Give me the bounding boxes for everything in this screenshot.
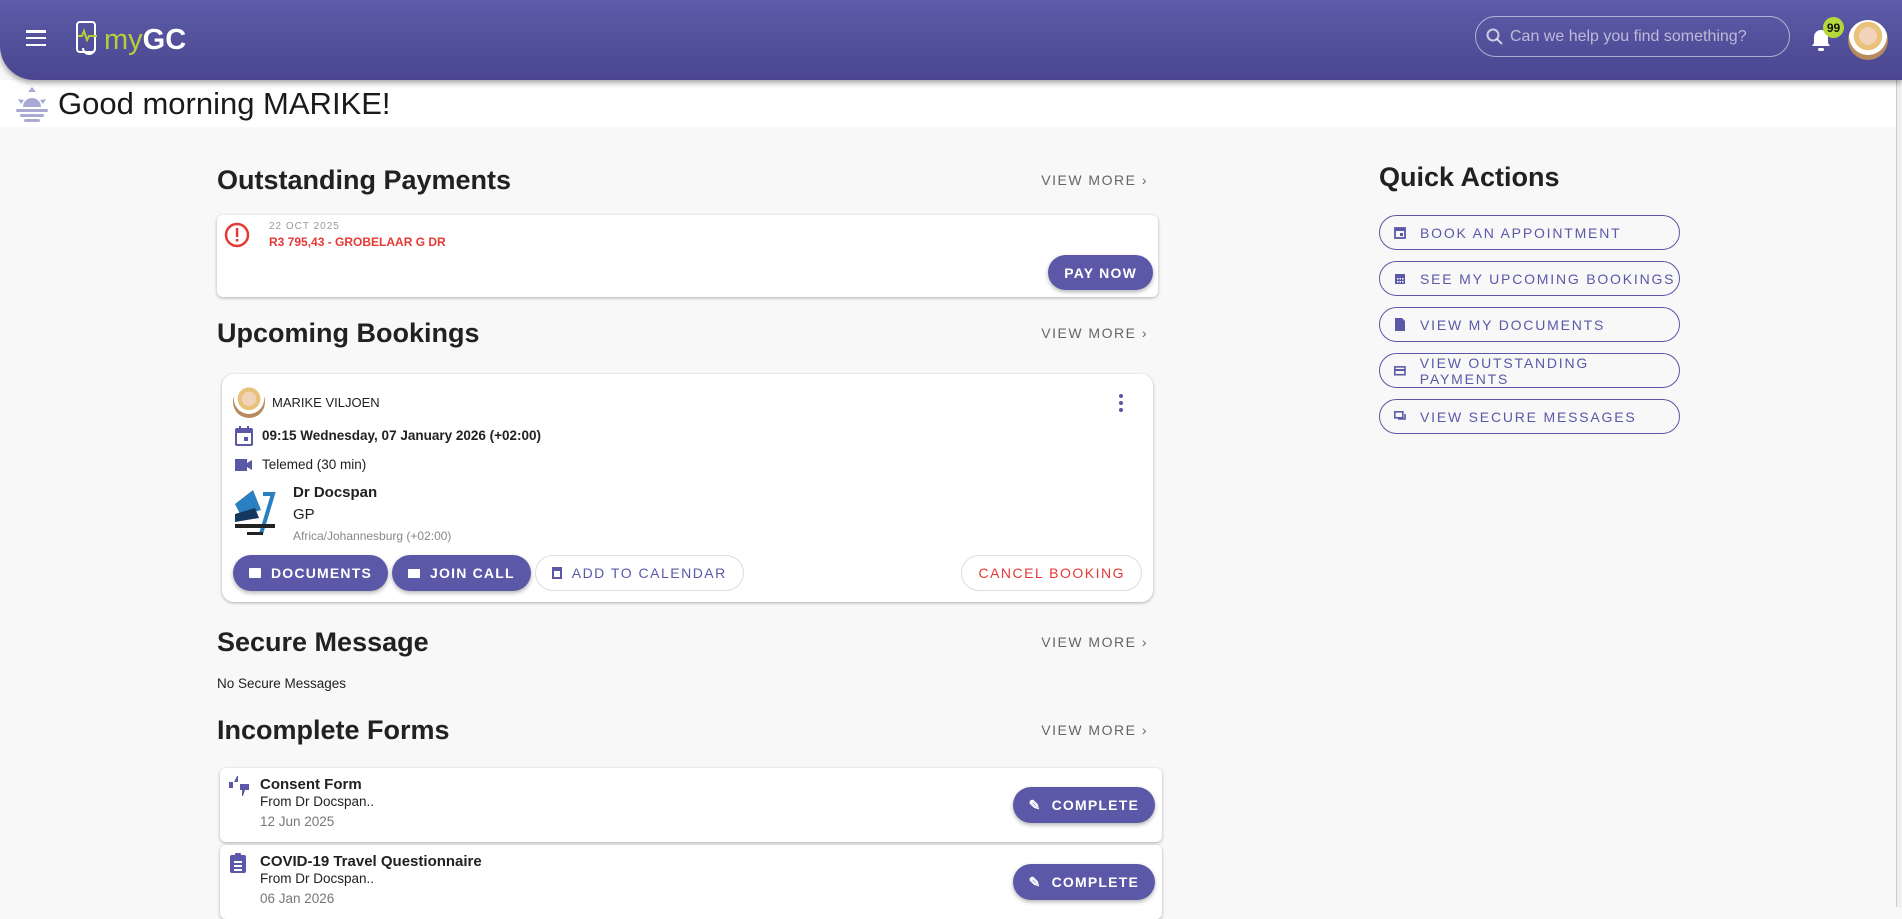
- booking-card: MARIKE VILJOEN 09:15 Wednesday, 07 Janua…: [222, 374, 1153, 602]
- logo-text-gc: GC: [142, 23, 187, 56]
- action-label: VIEW SECURE MESSAGES: [1420, 408, 1637, 425]
- form-date: 06 Jan 2026: [260, 891, 335, 906]
- join-call-label: JOIN CALL: [430, 565, 515, 581]
- section-title: Incomplete Forms: [217, 714, 450, 745]
- sunrise-icon: [16, 86, 48, 122]
- pencil-icon: ✎: [1028, 796, 1042, 813]
- top-app-bar: myGC 99: [0, 0, 1902, 80]
- view-messages-button[interactable]: VIEW SECURE MESSAGES: [1379, 399, 1680, 434]
- view-more-label: VIEW MORE: [1041, 325, 1137, 341]
- search-bar[interactable]: [1475, 16, 1790, 57]
- video-icon: [408, 568, 421, 578]
- view-more-label: VIEW MORE: [1041, 172, 1137, 188]
- complete-label: COMPLETE: [1051, 874, 1139, 890]
- greeting-bar: Good morning MARIKE!: [0, 80, 1896, 127]
- action-label: BOOK AN APPOINTMENT: [1420, 224, 1622, 241]
- action-label: SEE MY UPCOMING BOOKINGS: [1420, 270, 1676, 287]
- calendar-grid-icon: [1395, 274, 1405, 284]
- calendar-icon: [235, 426, 253, 446]
- clipboard-icon: [230, 853, 246, 873]
- view-payments-button[interactable]: VIEW OUTSTANDING PAYMENTS: [1379, 353, 1680, 388]
- search-input[interactable]: [1510, 27, 1770, 46]
- section-title: Secure Message: [217, 626, 429, 657]
- booking-type: Telemed (30 min): [262, 457, 367, 472]
- calendar-icon: [1394, 227, 1406, 239]
- payment-card: 22 OCT 2025 R3 795,43 - GROBELAAR G DR P…: [217, 215, 1158, 297]
- action-label: VIEW MY DOCUMENTS: [1420, 316, 1606, 333]
- more-options-icon[interactable]: [1119, 394, 1123, 412]
- view-more-link[interactable]: VIEW MORE ›: [1041, 634, 1148, 650]
- form-card[interactable]: COVID-19 Travel Questionnaire From Dr Do…: [220, 845, 1162, 919]
- video-camera-icon: [235, 459, 252, 471]
- payment-date: 22 OCT 2025: [269, 221, 340, 232]
- complete-label: COMPLETE: [1051, 797, 1139, 813]
- doctor-timezone: Africa/Johannesburg (+02:00): [293, 529, 452, 543]
- stethoscope-phone-icon: [76, 21, 97, 55]
- form-source: From Dr Docspan..: [260, 871, 375, 886]
- form-date: 12 Jun 2025: [260, 814, 335, 829]
- section-title: Outstanding Payments: [217, 164, 512, 195]
- view-more-link[interactable]: VIEW MORE ›: [1041, 325, 1148, 341]
- book-appointment-button[interactable]: BOOK AN APPOINTMENT: [1379, 215, 1680, 250]
- quick-actions-panel: Quick Actions BOOK AN APPOINTMENT SEE MY…: [1379, 162, 1689, 445]
- logo-text-my: my: [104, 23, 143, 56]
- doctor-name: Dr Docspan: [293, 484, 378, 501]
- booking-datetime: 09:15 Wednesday, 07 January 2026 (+02:00…: [262, 428, 542, 443]
- alert-circle-icon: [224, 222, 250, 248]
- page-scrollbar[interactable]: [1896, 80, 1902, 907]
- mygc-logo[interactable]: my GC: [74, 20, 186, 60]
- no-messages-text: No Secure Messages: [217, 676, 347, 691]
- upcoming-bookings-button[interactable]: SEE MY UPCOMING BOOKINGS: [1379, 261, 1680, 296]
- menu-icon[interactable]: [26, 30, 46, 46]
- view-more-link[interactable]: VIEW MORE ›: [1041, 722, 1148, 738]
- documents-label: DOCUMENTS: [271, 565, 373, 581]
- add-to-calendar-button[interactable]: ADD TO CALENDAR: [534, 555, 744, 591]
- doctor-specialty: GP: [293, 506, 315, 523]
- view-more-label: VIEW MORE: [1041, 634, 1137, 650]
- complete-form-button[interactable]: ✎ COMPLETE: [1012, 787, 1155, 823]
- pencil-icon: ✎: [1028, 873, 1042, 890]
- outstanding-payments-section: Outstanding Payments VIEW MORE › 22 OCT 2…: [217, 162, 1158, 297]
- join-call-button[interactable]: JOIN CALL: [392, 555, 531, 591]
- section-title: Upcoming Bookings: [217, 317, 480, 348]
- calendar-icon: [551, 567, 562, 579]
- practice-logo: [235, 490, 276, 535]
- notification-badge: 99: [1823, 17, 1844, 38]
- user-avatar[interactable]: [1848, 20, 1888, 60]
- thumbs-up-down-icon: [229, 776, 249, 796]
- greeting-title: Good morning MARIKE!: [58, 85, 391, 121]
- view-documents-button[interactable]: VIEW MY DOCUMENTS: [1379, 307, 1680, 342]
- form-title: COVID-19 Travel Questionnaire: [260, 853, 482, 870]
- incomplete-forms-section: Incomplete Forms VIEW MORE › Consent Form…: [217, 712, 1162, 919]
- complete-form-button[interactable]: ✎ COMPLETE: [1012, 864, 1155, 900]
- form-card[interactable]: Consent Form From Dr Docspan.. 12 Jun 20…: [220, 768, 1162, 842]
- patient-name: MARIKE VILJOEN: [272, 395, 380, 410]
- view-more-link[interactable]: VIEW MORE ›: [1041, 172, 1148, 188]
- patient-avatar: [233, 386, 265, 418]
- add-to-calendar-label: ADD TO CALENDAR: [571, 565, 727, 581]
- cancel-booking-button[interactable]: CANCEL BOOKING: [961, 555, 1142, 591]
- documents-button[interactable]: DOCUMENTS: [233, 555, 389, 591]
- credit-card-icon: [1394, 366, 1406, 376]
- pay-now-button[interactable]: PAY NOW: [1048, 255, 1153, 290]
- payment-amount: R3 795,43 - GROBELAAR G DR: [269, 235, 446, 249]
- document-icon: [1395, 318, 1405, 331]
- chat-icon: [1394, 410, 1406, 420]
- form-title: Consent Form: [260, 776, 362, 793]
- upcoming-bookings-section: Upcoming Bookings VIEW MORE › MARIKE VILJ…: [217, 315, 1158, 602]
- quick-actions-title: Quick Actions: [1379, 162, 1560, 192]
- action-label: VIEW OUTSTANDING PAYMENTS: [1419, 354, 1590, 387]
- view-more-label: VIEW MORE: [1041, 722, 1137, 738]
- search-icon: [1486, 28, 1503, 45]
- form-source: From Dr Docspan..: [260, 794, 375, 809]
- secure-message-section: Secure Message VIEW MORE › No Secure Mess…: [217, 624, 1158, 692]
- folder-icon: [249, 568, 261, 578]
